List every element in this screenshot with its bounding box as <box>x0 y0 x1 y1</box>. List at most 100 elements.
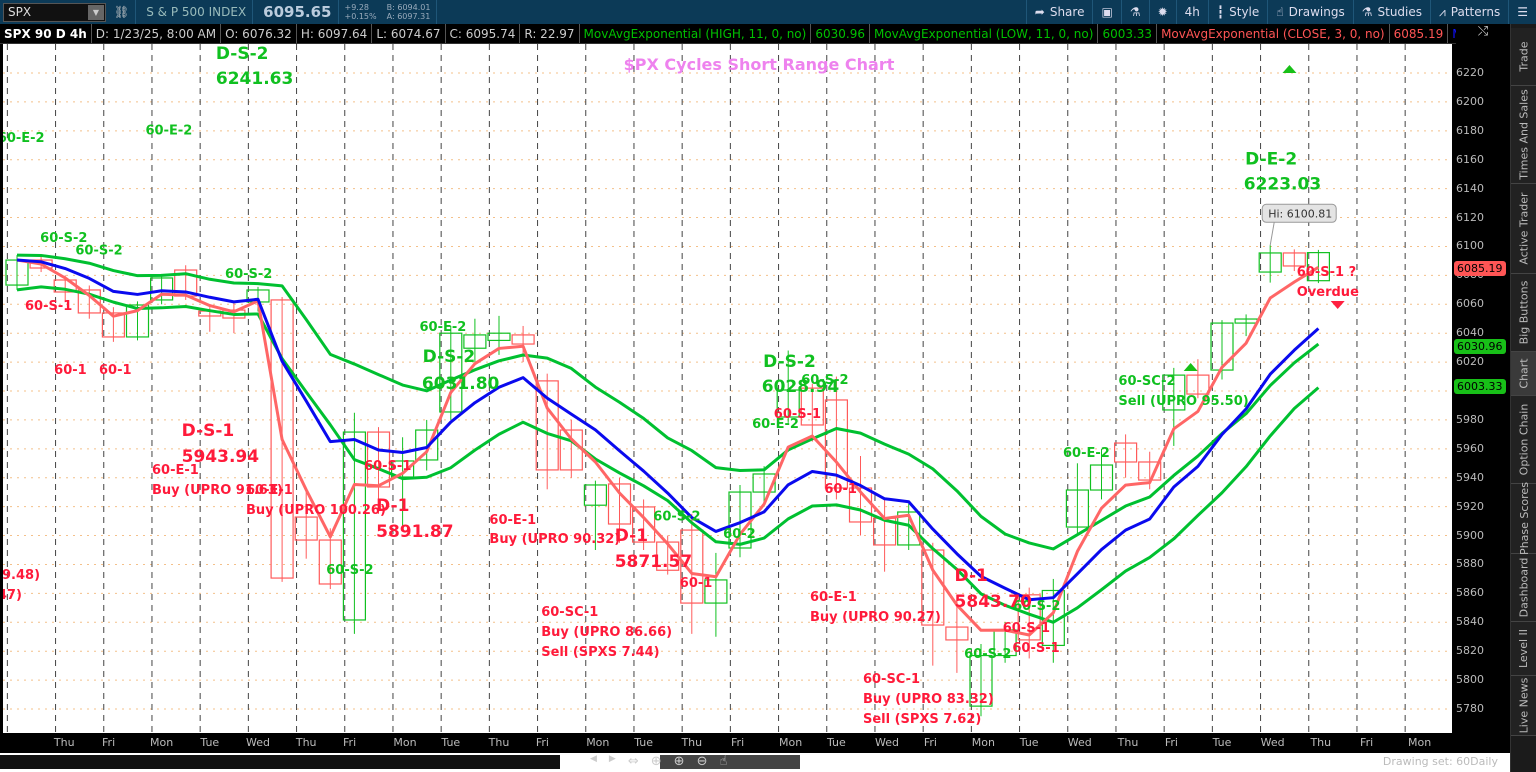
sidebar-tab-phase-scores[interactable]: Phase Scores <box>1511 482 1536 555</box>
sidebar-tab-times-and-sales[interactable]: Times And Sales <box>1511 86 1536 184</box>
sidebar-tab-level-ii[interactable]: Level II <box>1511 622 1536 676</box>
time-tick-label: Mon <box>393 736 417 749</box>
bar-open: O: 6076.32 <box>221 24 297 43</box>
sidebar-tab-label: Big Buttons <box>1517 280 1531 345</box>
chevron-down-icon[interactable]: ▼ <box>88 4 104 20</box>
time-axis[interactable]: Thu Fri Mon Tue Wed Thu Fri Mon Tue Thu Fri Mon Tue T… <box>0 733 1452 753</box>
scroll-left-icon[interactable]: ◀ <box>590 754 597 769</box>
sidebar-tab-dashboard[interactable]: Dashboard <box>1511 554 1536 622</box>
sidebar-tab-live-news[interactable]: Live News <box>1511 676 1536 736</box>
candle-icon: ┇ <box>1216 5 1225 19</box>
callout-text: Hi: 6100.81 <box>1268 207 1332 220</box>
cycle-annotation: 60-E-1 <box>152 463 199 478</box>
zoom-out-icon[interactable]: ⊖ <box>697 754 708 769</box>
pan-icon[interactable]: ⇔ <box>628 754 639 769</box>
zoom-in-icon[interactable]: ⊕ <box>674 754 685 769</box>
price-tick-label: 5900 <box>1456 528 1484 542</box>
cycle-annotation: 60-S-2 <box>801 373 848 388</box>
study-label[interactable]: MovAvgExponential (LOW, 11, 0, no) <box>870 24 1099 43</box>
cycle-annotation: D-E-2 <box>1245 149 1297 169</box>
study-label[interactable]: MovAvgExponential (CLOSE, 8, 0, no) <box>1448 24 1456 43</box>
cycle-annotation: 60-E-2 <box>1063 446 1110 461</box>
cycle-annotation: 60-1 <box>54 363 87 378</box>
share-icon: ➦ <box>1034 5 1045 19</box>
cycle-annotation: Buy (UPRO 83.32) <box>863 692 994 707</box>
time-tick-label: Thu <box>1117 736 1139 749</box>
sidebar-tab-big-buttons[interactable]: Big Buttons <box>1511 274 1536 352</box>
time-tick-label: Mon <box>586 736 610 749</box>
toolbar-button-notes-icon[interactable]: ▣ <box>1092 0 1120 24</box>
bar-low: L: 6074.67 <box>372 24 446 43</box>
scroll-right-icon[interactable]: ▶ <box>609 754 616 769</box>
toolbar-button-style[interactable]: ┇ Style <box>1207 0 1267 24</box>
sidebar-tab-trade[interactable]: Trade <box>1511 28 1536 86</box>
time-tick-label: Fri <box>1360 736 1374 749</box>
sidebar-tab-active-trader[interactable]: Active Trader <box>1511 184 1536 274</box>
price-tick-label: 6100 <box>1456 239 1484 253</box>
toolbar-button-menu-icon[interactable]: ☰ <box>1508 0 1536 24</box>
right-sidebar: Trade Times And Sales Active Trader Big But… <box>1510 24 1536 772</box>
chart-title: SPX 90 D 4h <box>0 24 92 43</box>
price-tick-label: 5780 <box>1456 702 1484 716</box>
toolbar-button-studies[interactable]: ⚗ Studies <box>1352 0 1430 24</box>
cycle-annotation: 60-SC-1 <box>541 605 598 620</box>
cycle-annotation: 60-S-1 <box>774 407 821 422</box>
symbol-value: SPX <box>8 5 32 19</box>
drawing-set[interactable]: Drawing set: 60Daily <box>1383 755 1498 768</box>
cycle-annotation: 60-E-1 <box>810 590 857 605</box>
toolbar-button-drawings[interactable]: ☝ Drawings <box>1267 0 1352 24</box>
price-tick-label: 5820 <box>1456 644 1484 658</box>
study-label[interactable]: MovAvgExponential (CLOSE, 3, 0, no) <box>1157 24 1390 43</box>
cycle-annotation: 60-S-2 <box>653 509 700 524</box>
study-value: 6085.19 <box>1390 24 1449 43</box>
symbol-selector[interactable]: SPX ▼ <box>3 2 106 22</box>
study-label[interactable]: MovAvgExponential (HIGH, 11, 0, no) <box>580 24 812 43</box>
cycle-annotation: 60-SC-2 <box>1118 374 1175 389</box>
study-legend: MovAvgExponential (HIGH, 11, 0, no) 6030.… <box>580 24 1456 43</box>
sidebar-tab-label: Trade <box>1517 41 1531 72</box>
toolbar-button-flask-icon[interactable]: ⚗ <box>1120 0 1149 24</box>
hand-icon[interactable]: ☝ <box>719 754 727 769</box>
toolbar-button-4h[interactable]: 4h <box>1175 0 1208 24</box>
horizontal-scrollbar[interactable] <box>0 755 560 769</box>
bottom-bar: ◀ ▶ ⇔ ⊕ ⊕ ⊖ ☝ Drawing set: 60Daily <box>0 753 1510 772</box>
price-tick-label: 5800 <box>1456 673 1484 687</box>
price-tick-label: 5920 <box>1456 499 1484 513</box>
toolbar-button-patterns[interactable]: ⩘ Patterns <box>1430 0 1508 24</box>
time-tick-label: Thu <box>1310 736 1332 749</box>
price-axis[interactable]: 5780 5800 5820 5840 5860 5880 5900 5920 5940 5960… <box>1452 44 1510 734</box>
sidebar-tab-chart[interactable]: Chart <box>1511 352 1536 396</box>
menu-icon: ☰ <box>1517 5 1528 19</box>
cycle-annotation: 60-E-1 <box>489 513 536 528</box>
time-tick-label: Mon <box>149 736 174 749</box>
price-tick-label: 6140 <box>1456 181 1484 195</box>
toolbar-button-share[interactable]: ➦ Share <box>1025 0 1093 24</box>
price-tick-label: 5840 <box>1456 615 1484 629</box>
last-price: 6095.65 <box>263 3 332 21</box>
sidebar-tab-option-chain[interactable]: Option Chain <box>1511 396 1536 484</box>
sidebar-tab-label: Live News <box>1517 677 1531 734</box>
bar-range: R: 22.97 <box>520 24 580 43</box>
time-tick-label: Wed <box>875 736 899 749</box>
cycle-annotation: Buy (UPRO 86.66) <box>541 625 672 640</box>
bar-date: D: 1/23/25, 8:00 AM <box>92 24 222 43</box>
toolbar-button-gear-icon[interactable]: ✹ <box>1148 0 1176 24</box>
price-chart[interactable]: 60-E-260-E-2D-S-26241.6360-S-260-S-260-S… <box>0 44 1452 733</box>
time-tick-label: Wed <box>1260 736 1285 749</box>
cycle-annotation: 5871.57 <box>615 552 692 572</box>
cycle-annotation: D-S-2 <box>423 347 476 367</box>
crosshair-toggle-icon[interactable]: ⤭ <box>1456 24 1510 44</box>
time-tick-label: Fri <box>535 736 549 749</box>
change-block: +9.28 +0.15% <box>345 3 377 21</box>
chart-title-text: $PX Cycles Short Range Chart <box>624 55 895 74</box>
time-tick-label: Tue <box>1019 736 1039 749</box>
price-tick-label: 6200 <box>1456 94 1484 108</box>
link-icon[interactable]: ⛓ <box>114 5 129 19</box>
top-toolbar: SPX ▼ ⛓ S & P 500 INDEX 6095.65 +9.28 +0.1… <box>0 0 1536 24</box>
toolbar-button-label: Drawings <box>1288 5 1345 19</box>
flask-icon: ⚗ <box>1129 5 1141 19</box>
time-tick-label: Thu <box>53 736 75 749</box>
cycle-annotation: 5843.70 <box>955 592 1033 612</box>
time-tick-label: Tue <box>441 736 461 749</box>
crosshair-icon[interactable]: ⊕ <box>651 754 662 769</box>
